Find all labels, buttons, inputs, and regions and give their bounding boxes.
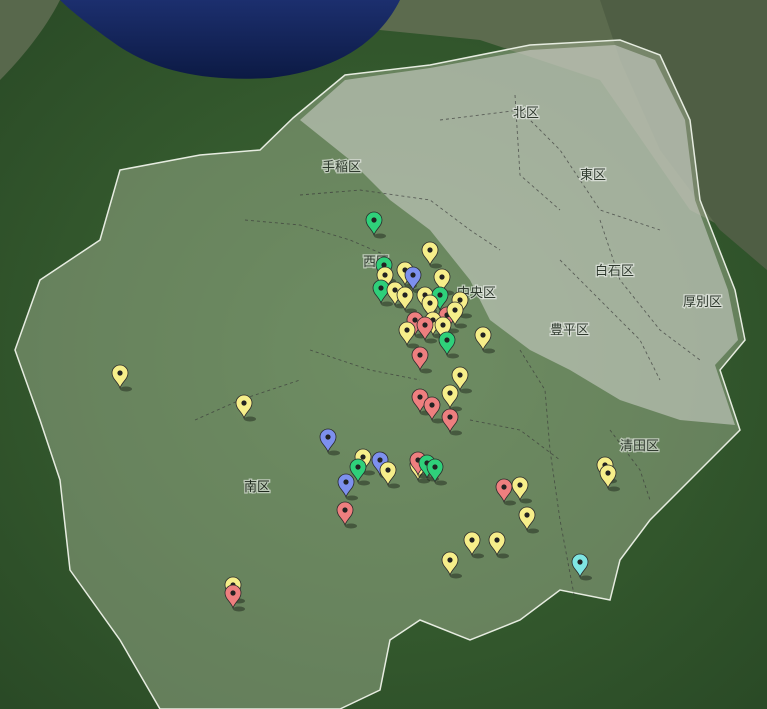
ward-label-toyohira: 豊平区 xyxy=(550,323,589,338)
ward-label-shiroishi: 白石区 xyxy=(595,263,634,279)
ward-label-atsubetsu: 厚別区 xyxy=(683,295,722,310)
ward-label-minami: 南区 xyxy=(244,479,270,495)
ward-label-teine: 手稲区 xyxy=(322,160,361,175)
ward-label-kiyota: 清田区 xyxy=(620,439,659,454)
map-canvas[interactable]: 北区 東区 手稲区 西区 中央区 白石区 厚別区 豊平区 清田区 南区 xyxy=(0,0,767,709)
ward-label-higashi: 東区 xyxy=(580,167,606,183)
ward-label-kita: 北区 xyxy=(513,106,539,121)
